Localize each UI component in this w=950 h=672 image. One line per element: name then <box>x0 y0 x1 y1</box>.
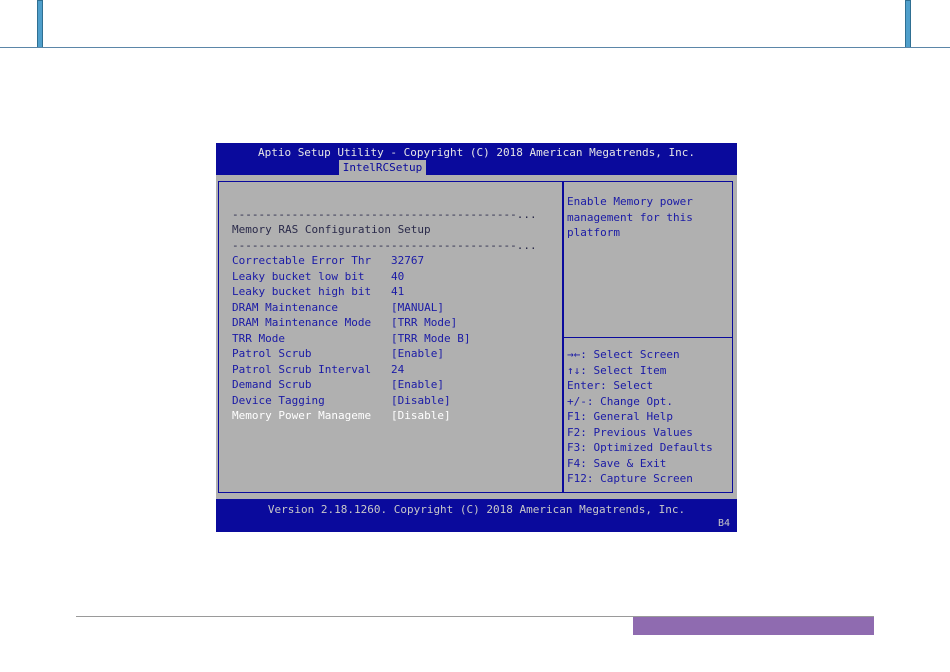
bios-status-bar: Version 2.18.1260. Copyright (C) 2018 Am… <box>216 499 737 532</box>
setting-value[interactable]: [TRR Mode B] <box>391 332 470 345</box>
setting-label[interactable]: DRAM Maintenance Mode <box>232 316 371 329</box>
setting-label[interactable]: Patrol Scrub Interval <box>232 363 371 376</box>
setting-value[interactable]: [Disable] <box>391 394 451 407</box>
header-accent-bar-right <box>905 0 911 48</box>
key-help-item: F4: Save & Exit <box>567 456 667 470</box>
setting-value[interactable]: 40 <box>391 270 404 283</box>
setting-label[interactable]: Memory Power Manageme <box>232 409 371 422</box>
key-help-item: F2: Previous Values <box>567 425 693 439</box>
help-panel: Enable Memory power management for this … <box>562 181 733 493</box>
setting-label[interactable]: Leaky bucket low bit <box>232 270 364 283</box>
setting-value[interactable]: [MANUAL] <box>391 301 444 314</box>
key-help-item: Enter: Select <box>567 379 654 392</box>
post-code: B4 <box>717 518 730 529</box>
setting-label[interactable]: Correctable Error Thr <box>232 254 371 267</box>
header-accent-bar-left <box>37 0 43 48</box>
bios-title: Aptio Setup Utility - Copyright (C) 2018… <box>257 146 696 159</box>
key-help-item: F12: Capture Screen <box>567 472 693 485</box>
bios-title-bar: Aptio Setup Utility - Copyright (C) 2018… <box>216 143 737 175</box>
footer-accent-bar <box>633 617 874 635</box>
setting-value[interactable]: 32767 <box>391 254 424 267</box>
section-heading: Memory RAS Configuration Setup <box>232 223 431 236</box>
setting-value[interactable]: [Enable] <box>391 378 444 391</box>
setting-label[interactable]: DRAM Maintenance <box>232 301 338 314</box>
setting-value[interactable]: 41 <box>391 285 404 298</box>
tab-intelrcsetup[interactable]: IntelRCSetup <box>339 160 426 175</box>
setting-label[interactable]: TRR Mode <box>232 332 285 345</box>
bios-screen: Aptio Setup Utility - Copyright (C) 2018… <box>216 143 737 532</box>
item-help-text: Enable Memory power management for this … <box>567 195 693 239</box>
key-help-item: +/-: Change Opt. <box>567 394 673 408</box>
help-divider <box>563 337 732 338</box>
setting-value[interactable]: 24 <box>391 363 404 376</box>
header-divider <box>0 47 950 48</box>
setting-label[interactable]: Leaky bucket high bit <box>232 285 371 298</box>
key-help-item: F3: Optimized Defaults <box>567 441 713 454</box>
key-help-item: F1: General Help <box>567 410 673 423</box>
setting-label[interactable]: Patrol Scrub <box>232 347 311 360</box>
version-text: Version 2.18.1260. Copyright (C) 2018 Am… <box>267 503 686 516</box>
key-help-item: →←: Select Screen <box>567 348 680 361</box>
setting-label[interactable]: Device Tagging <box>232 394 325 407</box>
setting-label[interactable]: Demand Scrub <box>232 378 311 391</box>
separator-bottom: ----------------------------------------… <box>232 239 537 252</box>
separator-top: ----------------------------------------… <box>232 208 537 221</box>
setting-value[interactable]: [Disable] <box>391 409 451 422</box>
settings-panel: ----------------------------------------… <box>218 181 564 493</box>
setting-value[interactable]: [TRR Mode] <box>391 316 457 329</box>
setting-value[interactable]: [Enable] <box>391 347 444 360</box>
key-help-item: ↑↓: Select Item <box>567 363 667 377</box>
